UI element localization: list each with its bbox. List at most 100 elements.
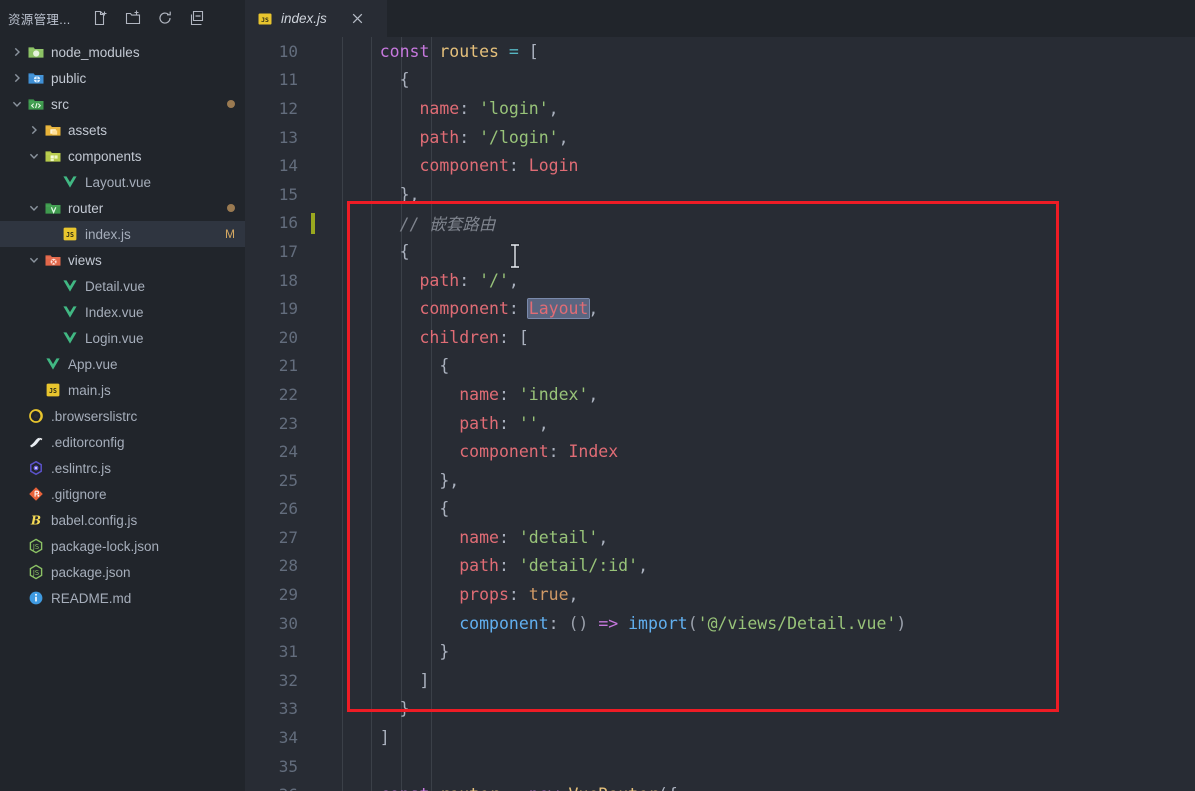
tree-item-readme-md[interactable]: README.md	[0, 585, 245, 611]
git-icon	[26, 485, 45, 503]
close-icon[interactable]	[349, 10, 366, 27]
code-line: 30 component: () => import('@/views/Deta…	[245, 609, 1195, 638]
code-line-text: props: true,	[310, 585, 578, 604]
tree-item-package-json[interactable]: JS package.json	[0, 559, 245, 585]
tree-item-login-vue[interactable]: Login.vue	[0, 325, 245, 351]
code-line: 12 name: 'login',	[245, 94, 1195, 123]
explorer-sidebar: 资源管理... node_modules public src assets c…	[0, 0, 245, 791]
vue-icon	[60, 277, 79, 295]
chevron-down-icon[interactable]	[25, 202, 43, 214]
line-number: 10	[278, 41, 298, 61]
code-token: routes	[439, 41, 499, 61]
editorconfig-icon	[26, 433, 45, 451]
code-token: :	[548, 442, 569, 462]
line-number: 12	[278, 98, 298, 118]
tree-item-index-vue[interactable]: Index.vue	[0, 299, 245, 325]
code-line: 19 component: Layout,	[245, 294, 1195, 323]
code-token: name	[459, 384, 499, 404]
code-editor[interactable]: 10 const routes = [11 {12 name: 'login',…	[245, 37, 1195, 791]
chevron-down-icon[interactable]	[8, 98, 26, 110]
js-icon: JS	[60, 225, 79, 243]
tree-item-main-js[interactable]: JS main.js	[0, 377, 245, 403]
folder-assets	[43, 121, 62, 139]
tree-item-label: index.js	[85, 226, 131, 242]
line-number: 36	[245, 785, 310, 791]
chevron-right-icon[interactable]	[8, 72, 26, 84]
collapse-all-icon[interactable]	[188, 9, 206, 27]
line-number: 33	[278, 699, 298, 719]
tree-item-app-vue[interactable]: App.vue	[0, 351, 245, 377]
editor-tabbar: JS index.js	[245, 0, 1195, 37]
tree-item-gitignore[interactable]: .gitignore	[0, 481, 245, 507]
code-token: =	[509, 785, 519, 791]
tree-item-package-lock-json[interactable]: JS package-lock.json	[0, 533, 245, 559]
tree-item-router[interactable]: router	[0, 195, 245, 221]
tree-item-index-js[interactable]: JS index.js M	[0, 221, 245, 247]
tree-item-detail-vue[interactable]: Detail.vue	[0, 273, 245, 299]
code-token: children	[419, 327, 499, 347]
chevron-right-icon[interactable]	[8, 46, 26, 58]
code-token: path	[459, 413, 499, 433]
eslint-icon	[26, 459, 45, 477]
code-line: 18 path: '/',	[245, 266, 1195, 295]
tree-item-public[interactable]: public	[0, 65, 245, 91]
code-line: 17 {	[245, 237, 1195, 266]
line-number: 28	[278, 556, 298, 576]
text-ibeam-cursor	[508, 242, 522, 274]
code-line-text: path: '/',	[310, 270, 518, 290]
tree-item-browserslistrc[interactable]: .browserslistrc	[0, 403, 245, 429]
tree-item-label: package.json	[51, 564, 131, 580]
folder-router	[43, 199, 62, 217]
line-number: 24	[278, 442, 298, 462]
vue-icon	[60, 303, 79, 321]
tree-item-views[interactable]: views	[0, 247, 245, 273]
code-token: path	[419, 270, 460, 290]
tree-item-label: README.md	[51, 590, 132, 606]
chevron-down-icon[interactable]	[25, 150, 43, 162]
tree-item-editorconfig[interactable]: .editorconfig	[0, 429, 245, 455]
tree-item-label: .browserslistrc	[51, 408, 138, 424]
code-token: 'login'	[479, 98, 549, 118]
code-line: 25 },	[245, 466, 1195, 495]
code-line: 22 name: 'index',	[245, 380, 1195, 409]
code-line-text: const router = new VueRouter({	[310, 785, 678, 791]
tree-item-babel-config-js[interactable]: Bbabel.config.js	[0, 507, 245, 533]
code-line-text: path: '/login',	[310, 128, 568, 147]
code-token: },	[340, 184, 420, 204]
svg-text:JS: JS	[66, 231, 74, 239]
chevron-down-icon[interactable]	[25, 254, 43, 266]
code-line-text: }	[310, 699, 410, 718]
tree-item-label: Detail.vue	[85, 278, 146, 294]
tree-item-components[interactable]: components	[0, 143, 245, 169]
new-file-icon[interactable]	[92, 9, 110, 27]
code-token: [	[518, 41, 539, 61]
new-folder-icon[interactable]	[124, 9, 142, 27]
tree-item-layout-vue[interactable]: Layout.vue	[0, 169, 245, 195]
refresh-icon[interactable]	[156, 9, 174, 27]
code-token: component	[419, 156, 509, 176]
chevron-right-icon[interactable]	[25, 124, 43, 136]
tree-item-eslintrc-js[interactable]: .eslintrc.js	[0, 455, 245, 481]
code-line: 31 }	[245, 637, 1195, 666]
code-line: 16 // 嵌套路由	[245, 209, 1195, 238]
tree-item-src[interactable]: src	[0, 91, 245, 117]
code-line: 34 ]	[245, 723, 1195, 752]
code-token: :	[498, 413, 519, 433]
tree-item-node-modules[interactable]: node_modules	[0, 39, 245, 65]
tree-item-assets[interactable]: assets	[0, 117, 245, 143]
tab-index-js[interactable]: JS index.js	[245, 0, 387, 37]
